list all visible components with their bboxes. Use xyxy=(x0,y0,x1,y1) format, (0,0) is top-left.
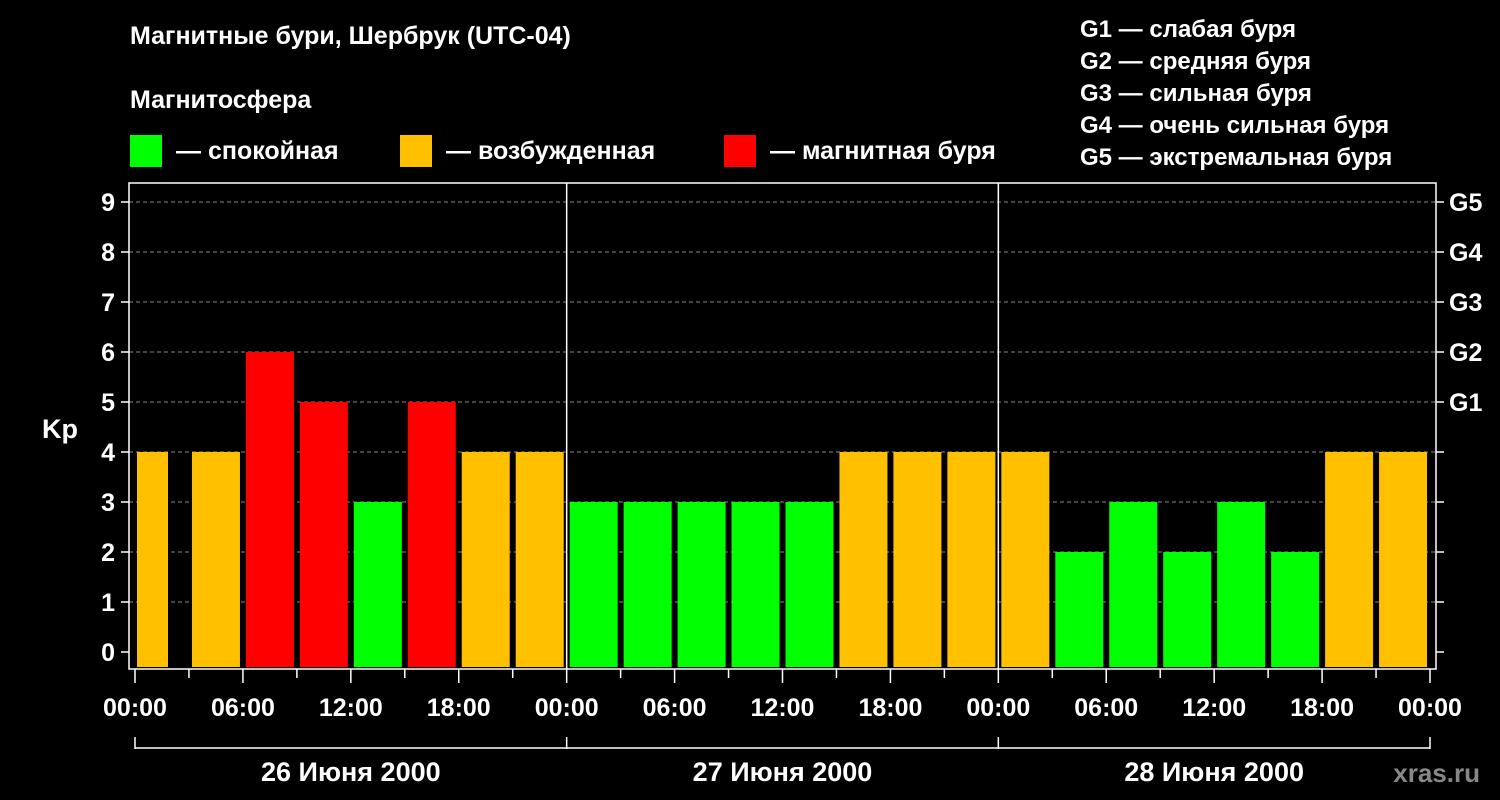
legend-item-storm: — магнитная буря xyxy=(724,135,996,167)
g-legend-line-g4: G4 — очень сильная буря xyxy=(1080,112,1390,139)
y-tick-label: 0 xyxy=(101,639,115,667)
kp-bar xyxy=(677,502,726,667)
kp-bar xyxy=(299,402,348,667)
y-tick-label: 9 xyxy=(101,189,115,217)
legend-heading: Магнитосфера xyxy=(130,86,312,114)
kp-bar xyxy=(785,502,834,667)
day-label: 26 Июня 2000 xyxy=(261,757,441,787)
y-tick-label: 2 xyxy=(101,539,115,567)
day-label: 27 Июня 2000 xyxy=(693,757,873,787)
kp-bar xyxy=(137,452,168,667)
x-tick-label: 00:00 xyxy=(1398,694,1462,722)
x-tick-label: 00:00 xyxy=(966,694,1030,722)
g-legend-line-g2: G2 — средняя буря xyxy=(1080,48,1311,75)
x-tick-label: 18:00 xyxy=(427,694,491,722)
kp-bar xyxy=(1055,552,1104,667)
x-tick-label: 12:00 xyxy=(319,694,383,722)
x-tick-label: 12:00 xyxy=(1182,694,1246,722)
kp-bar xyxy=(1109,502,1158,667)
kp-bar xyxy=(461,452,510,667)
kp-bar xyxy=(893,452,942,667)
g-tick-label: G3 xyxy=(1449,289,1482,317)
g-legend-line-g1: G1 — слабая буря xyxy=(1080,16,1297,43)
legend-item-active: — возбужденная xyxy=(400,135,655,167)
kp-bar xyxy=(1271,552,1320,667)
g-scale-legend: G1 — слабая буря G2 — средняя буря G3 — … xyxy=(1080,14,1392,174)
bars xyxy=(137,352,1428,667)
kp-bar xyxy=(1001,452,1050,667)
x-tick-label: 06:00 xyxy=(211,694,275,722)
kp-bar xyxy=(1163,552,1212,667)
kp-bar xyxy=(191,452,240,667)
day-label: 28 Июня 2000 xyxy=(1124,757,1304,787)
kp-bar xyxy=(839,452,888,667)
legend-label-active: — возбужденная xyxy=(446,136,656,165)
x-tick-label: 06:00 xyxy=(1074,694,1138,722)
y-tick-label: 3 xyxy=(101,489,115,517)
y-tick-label: 5 xyxy=(101,389,115,417)
y-tick-label: 4 xyxy=(101,439,115,467)
kp-bar xyxy=(623,502,672,667)
watermark: xras.ru xyxy=(1393,758,1480,788)
kp-bar xyxy=(245,352,294,667)
x-tick-label: 12:00 xyxy=(751,694,815,722)
x-tick-label: 00:00 xyxy=(535,694,599,722)
g-tick-label: G1 xyxy=(1449,389,1482,417)
kp-bar xyxy=(731,502,780,667)
chart-title: Магнитные бури, Шербрук (UTC-04) xyxy=(130,22,571,50)
kp-bar xyxy=(947,452,996,667)
kp-bar xyxy=(353,502,402,667)
g-legend-line-g3: G3 — сильная буря xyxy=(1080,80,1312,107)
legend-label-storm: — магнитная буря xyxy=(770,136,996,165)
g-tick-label: G2 xyxy=(1449,339,1482,367)
y-tick-label: 1 xyxy=(101,589,115,617)
y-tick-label: 8 xyxy=(101,239,115,267)
legend-item-quiet: — спокойная xyxy=(130,135,339,167)
x-tick-label: 06:00 xyxy=(643,694,707,722)
kp-bar xyxy=(407,402,456,667)
y-tick-label: 6 xyxy=(101,339,115,367)
legend-swatch-active xyxy=(400,135,432,167)
y-tick-label: 7 xyxy=(101,289,115,317)
legend-swatch-quiet xyxy=(130,135,162,167)
y-axis-label: Kp xyxy=(42,414,78,444)
g-tick-label: G5 xyxy=(1449,189,1482,217)
kp-bar xyxy=(1217,502,1266,667)
legend-label-quiet: — спокойная xyxy=(176,136,339,165)
x-tick-label: 18:00 xyxy=(858,694,922,722)
kp-bar xyxy=(515,452,564,667)
kp-bar xyxy=(569,502,618,667)
x-tick-label: 00:00 xyxy=(103,694,167,722)
kp-bar xyxy=(1325,452,1374,667)
x-tick-label: 18:00 xyxy=(1290,694,1354,722)
g-tick-label: G4 xyxy=(1449,239,1482,267)
kp-bar xyxy=(1379,452,1428,667)
legend-swatch-storm xyxy=(724,135,756,167)
g-legend-line-g5: G5 — экстремальная буря xyxy=(1080,144,1393,171)
